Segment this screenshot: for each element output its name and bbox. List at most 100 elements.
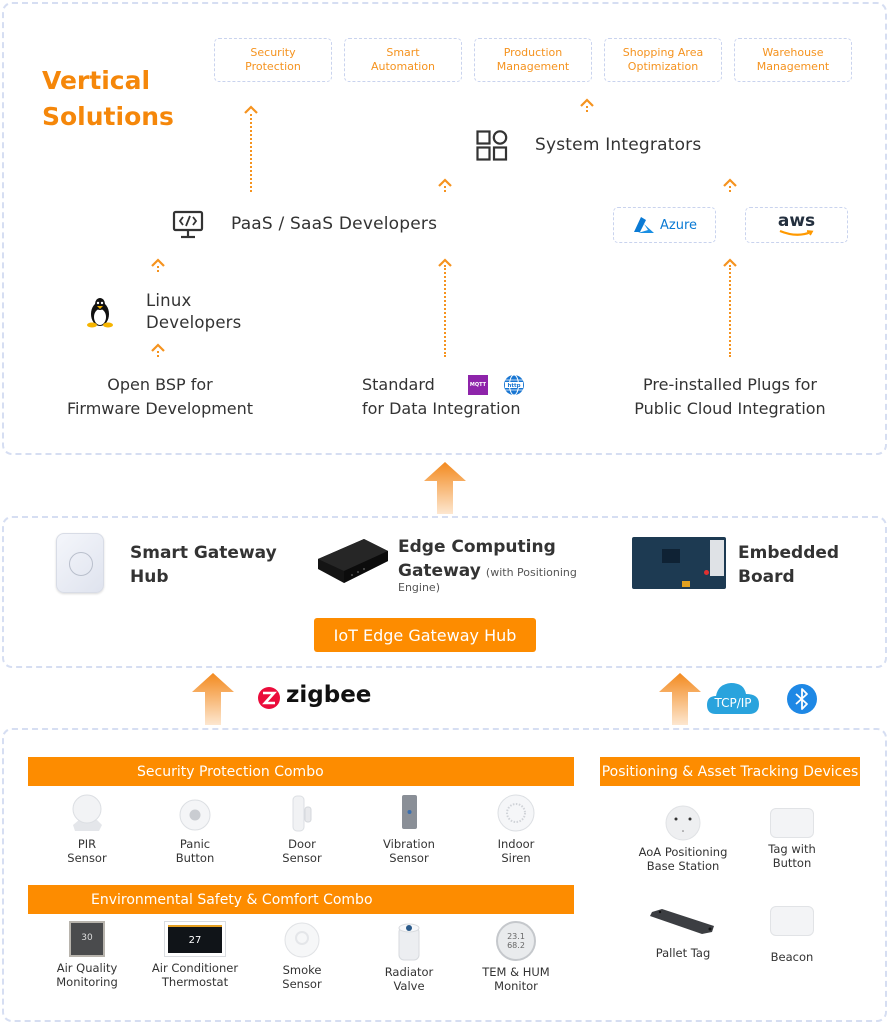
device-label: Radiator — [384, 965, 434, 979]
solution-production-management: Production Management — [474, 38, 592, 82]
combo-title: Environmental Safety & Comfort Combo — [91, 891, 373, 908]
pallet-tag-image — [650, 909, 714, 934]
dotted-connector — [444, 186, 446, 192]
foundation-open-bsp: Open BSP for Firmware Development — [40, 373, 280, 421]
device-label: Sensor — [282, 977, 322, 991]
solution-label: Shopping Area — [622, 46, 704, 59]
aoa-base-station-image — [665, 805, 701, 841]
device-vibration-sensor: Vibration Sensor — [359, 793, 459, 865]
thermostat-image: 27 — [164, 921, 226, 957]
apps-grid-icon — [476, 130, 508, 161]
foundation-data-integration: Standard for Data Integration — [362, 373, 521, 421]
zigbee-logo-icon — [258, 687, 280, 709]
air-quality-image: 30 — [69, 921, 105, 957]
device-smoke-sensor: Smoke Sensor — [252, 921, 352, 991]
linux-line-2: Developers — [146, 313, 242, 332]
board-line: Embedded — [738, 543, 840, 563]
azure-logo-box: Azure — [613, 207, 716, 243]
big-arrow-up-icon — [192, 673, 234, 725]
dotted-connector — [586, 106, 588, 112]
azure-icon — [633, 217, 654, 233]
smart-gateway-hub-label: Smart Gateway Hub — [130, 541, 277, 589]
iot-edge-gateway-hub-label: IoT Edge Gateway Hub — [314, 618, 536, 652]
edge-computing-gateway-label: Edge Computing Gateway (with Positioning… — [398, 535, 577, 596]
device-label: Monitoring — [56, 975, 118, 989]
device-pallet-tag: Pallet Tag — [633, 906, 733, 960]
hub-line: Hub — [130, 567, 169, 587]
board-dot — [704, 570, 709, 575]
solution-shopping-area-optimization: Shopping Area Optimization — [604, 38, 722, 82]
dotted-connector — [729, 186, 731, 192]
aws-logo-box: aws — [745, 207, 848, 243]
edge-computing-gateway-image — [318, 539, 388, 583]
edge-note: (with Positioning — [485, 566, 577, 579]
device-label: Door — [288, 837, 316, 851]
device-door-sensor: Door Sensor — [252, 793, 352, 865]
solution-label: Smart — [386, 46, 420, 59]
device-label: Vibration — [383, 837, 435, 851]
device-label: Sensor — [282, 851, 322, 865]
tem-hum-image: 23.1 68.2 — [496, 921, 536, 961]
vibration-sensor-image — [402, 795, 417, 829]
linux-developers-label: Linux Developers — [146, 290, 241, 334]
solution-security-protection: Security Protection — [214, 38, 332, 82]
azure-label: Azure — [659, 217, 697, 233]
device-label: Beacon — [770, 950, 814, 964]
device-label: Smoke — [282, 963, 322, 977]
device-label: Thermostat — [161, 975, 229, 989]
foundation-line: Public Cloud Integration — [634, 399, 826, 418]
device-label: Base Station — [646, 859, 720, 873]
tcpip-label: TCP/IP — [714, 696, 752, 710]
gateway-label-text: IoT Edge Gateway Hub — [333, 625, 517, 645]
panic-button-image — [179, 799, 211, 831]
title-line-2: Solutions — [42, 102, 174, 131]
device-air-quality-monitoring: 30 Air Quality Monitoring — [37, 921, 137, 989]
device-label: Valve — [393, 979, 425, 993]
aqm-display: 30 — [81, 933, 93, 943]
solution-label: Production — [503, 46, 563, 59]
solution-label: Management — [756, 60, 830, 73]
board-slot — [710, 540, 724, 576]
board-connector — [682, 581, 690, 587]
system-integrators-label: System Integrators — [535, 135, 702, 155]
http-globe-icon: http — [504, 374, 524, 396]
device-label: Sensor — [67, 851, 107, 865]
foundation-cloud-plugs: Pre-installed Plugs for Public Cloud Int… — [610, 373, 850, 421]
device-tem-hum-monitor: 23.1 68.2 TEM & HUM Monitor — [466, 921, 566, 993]
bluetooth-icon — [787, 684, 817, 714]
device-beacon: Beacon — [742, 906, 842, 964]
humidity-display: 68.2 — [507, 941, 525, 950]
device-indoor-siren: Indoor Siren — [466, 793, 566, 865]
device-label: AoA Positioning — [638, 845, 728, 859]
mqtt-label: MQTT — [469, 382, 487, 388]
board-line: Board — [738, 567, 795, 587]
zigbee-label: zigbee — [286, 682, 372, 708]
aws-smile-icon — [779, 229, 813, 236]
solution-warehouse-management: Warehouse Management — [734, 38, 852, 82]
hub-line: Smart Gateway — [130, 543, 277, 563]
linux-tux-icon — [87, 298, 113, 328]
tag-with-button-image — [770, 808, 814, 838]
arrow-up-icon — [244, 105, 258, 114]
solution-label: Protection — [245, 60, 301, 73]
solution-smart-automation: Smart Automation — [344, 38, 462, 82]
foundation-line: Pre-installed Plugs for — [643, 375, 817, 394]
solution-label: Optimization — [627, 60, 699, 73]
foundation-line: Open BSP for — [107, 375, 213, 394]
edge-line: Edge Computing — [398, 537, 556, 557]
device-label: Monitor — [494, 979, 538, 993]
dotted-connector — [444, 265, 446, 357]
device-label: PIR — [77, 837, 97, 851]
device-panic-button: Panic Button — [145, 793, 245, 865]
device-label: Pallet Tag — [655, 946, 711, 960]
smoke-sensor-image — [284, 922, 320, 958]
beacon-image — [770, 906, 814, 936]
device-label: Tag with — [768, 842, 816, 856]
solution-label: Warehouse — [762, 46, 824, 59]
positioning-devices-header: Positioning & Asset Tracking Devices — [600, 757, 860, 786]
linux-line-1: Linux — [146, 291, 192, 310]
thermostat-screen: 27 — [168, 925, 222, 953]
svg-text:http: http — [507, 383, 520, 389]
solution-label: Management — [496, 60, 570, 73]
device-label: TEM & HUM — [482, 965, 550, 979]
